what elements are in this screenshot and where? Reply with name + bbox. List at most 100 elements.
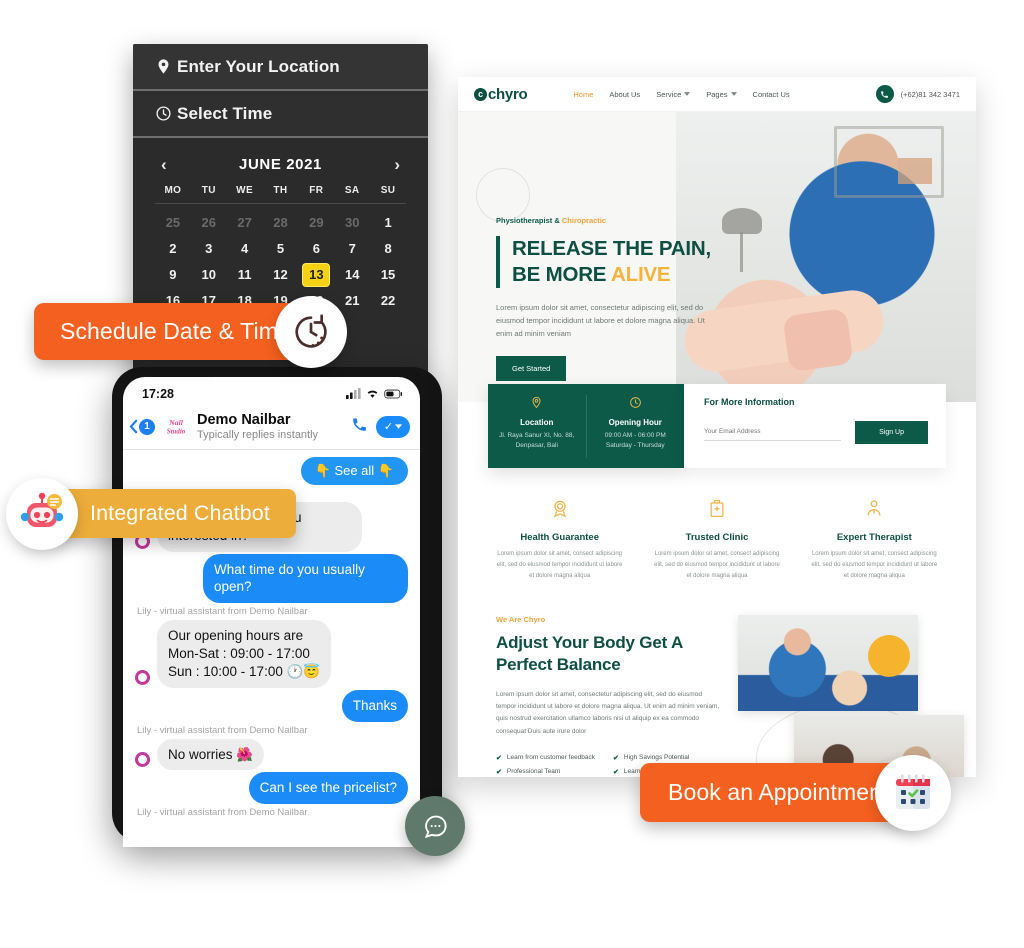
map-pin-icon <box>158 59 169 74</box>
badge-integrated-chatbot[interactable]: Integrated Chatbot <box>6 477 296 550</box>
calendar-check-icon <box>874 754 951 831</box>
calendar-day[interactable]: 26 <box>191 212 227 234</box>
calendar-day[interactable]: 22 <box>370 290 406 312</box>
chat-bubble[interactable]: No worries 🌺 <box>157 738 265 771</box>
calendar-day[interactable]: 2 <box>155 238 191 260</box>
signal-icon <box>346 388 361 399</box>
features-section: Health Guarantee Lorem ipsum dolor sit am… <box>458 468 976 581</box>
nav-link-label: Home <box>573 89 594 99</box>
calendar-day-header: TH <box>273 185 288 196</box>
calendar-day[interactable]: 4 <box>227 238 263 260</box>
therapist-icon <box>809 498 940 522</box>
checklist-item: ✔ Professional Team <box>496 768 605 776</box>
back-button[interactable]: 1 <box>129 418 155 435</box>
enter-location-label: Enter Your Location <box>177 56 340 76</box>
nav-link-service[interactable]: Service <box>656 90 691 99</box>
calendar-day[interactable]: 1 <box>370 212 406 234</box>
feature-title: Trusted Clinic <box>685 532 749 543</box>
chat-contact-name: Demo Nailbar <box>197 412 291 428</box>
battery-icon <box>384 389 403 398</box>
chat-bubble[interactable]: Can I see the pricelist? <box>248 772 408 805</box>
nav-link-pages[interactable]: Pages <box>706 90 737 99</box>
check-icon: ✔ <box>613 768 619 776</box>
site-navbar: c chyro Home About Us Service Pages Contact U… <box>458 77 976 112</box>
hero-title: RELEASE THE PAIN, BE MORE ALIVE <box>512 236 761 288</box>
calendar-day[interactable]: 27 <box>227 212 263 234</box>
about-gallery <box>732 615 976 777</box>
site-logo[interactable]: c chyro <box>474 86 528 103</box>
calendar-day[interactable]: 11 <box>227 264 263 286</box>
chat-bubble[interactable]: Our opening hours are Mon-Sat : 09:00 - 1… <box>157 620 332 688</box>
calendar-day[interactable]: 3 <box>191 238 227 260</box>
select-time-label: Select Time <box>177 103 273 123</box>
enter-location-row[interactable]: Enter Your Location <box>133 44 428 91</box>
calendar-day[interactable]: 10 <box>191 264 227 286</box>
nav-link-contact-us[interactable]: Contact Us <box>753 90 790 99</box>
chat-bubble[interactable]: What time do you usually open? <box>203 553 408 604</box>
calendar-next-button[interactable]: › <box>394 156 400 173</box>
calendar-day[interactable]: 9 <box>155 264 191 286</box>
calendar-day[interactable]: 8 <box>370 238 406 260</box>
hero-title-line2a: BE MORE <box>512 263 612 287</box>
feature-text: Lorem ipsum dolor sit amet, consect adip… <box>654 551 780 579</box>
about-paragraph: Lorem ipsum dolor sit amet, consectetur … <box>496 690 720 735</box>
hours-detail: 09:00 AM - 06:00 PM Saturday - Thursday <box>604 432 666 450</box>
chevron-left-icon <box>129 419 138 434</box>
chat-bubble-icon <box>424 815 447 838</box>
phone-call-icon[interactable] <box>351 416 368 438</box>
signup-button[interactable]: Sign Up <box>855 421 928 444</box>
badge-book-appointment[interactable]: Book an Appointment <box>640 754 951 831</box>
svg-text:Studio: Studio <box>167 428 186 435</box>
hours-title: Opening Hour <box>608 418 662 427</box>
chat-message-row: No worries 🌺 <box>135 738 408 771</box>
floating-chat-button[interactable] <box>405 796 465 856</box>
calendar-day-header: MO <box>164 185 182 196</box>
chat-bubble[interactable]: Thanks <box>341 689 408 722</box>
hero-eyebrow: Physiotherapist & Chiropractic <box>496 216 761 225</box>
chevron-down-icon <box>684 92 691 96</box>
calendar-day[interactable]: 29 <box>298 212 334 234</box>
calendar-day[interactable]: 14 <box>334 264 370 286</box>
feature-text: Lorem ipsum dolor sit amet, consect adip… <box>496 551 623 579</box>
calendar-day[interactable]: 5 <box>263 238 299 260</box>
nav-link-home[interactable]: Home <box>573 90 593 99</box>
message-sender-label: Lily - virtual assistant from Demo Nailb… <box>137 807 308 819</box>
email-input[interactable] <box>704 424 842 441</box>
checklist-label: High Savings Potential <box>623 754 690 762</box>
badge-schedule-date-time[interactable]: Schedule Date & Time <box>34 295 347 368</box>
chat-actions-button[interactable]: ✓ <box>376 415 410 438</box>
see-all-button[interactable]: 👇 See all 👇 <box>300 457 408 485</box>
hero-paragraph: Lorem ipsum dolor sit amet, consectetur … <box>496 303 705 339</box>
calendar-day[interactable]: 7 <box>334 238 370 260</box>
calendar-day[interactable]: 21 <box>334 290 370 312</box>
nav-link-about-us[interactable]: About Us <box>609 90 640 99</box>
calendar-day[interactable]: 30 <box>334 212 370 234</box>
hero-decorative-circle <box>476 168 530 222</box>
select-time-row[interactable]: Select Time <box>133 91 428 138</box>
calendar-day-header: TU <box>201 185 216 196</box>
check-icon: ✔ <box>613 754 619 762</box>
hero-book <box>898 158 932 184</box>
calendar-day[interactable]: 15 <box>370 264 406 286</box>
about-content: We Are Chyro Adjust Your Body Get A Perf… <box>496 615 722 777</box>
info-bar: Location Jl. Raya Sanur XI, No. 88, Denp… <box>458 384 976 468</box>
calendar-day-selected[interactable]: 13 <box>303 264 330 286</box>
chat-contact: Demo Nailbar Typically replies instantly <box>197 412 343 441</box>
calendar-day[interactable]: 6 <box>298 238 334 260</box>
get-started-button[interactable]: Get Started <box>496 356 567 382</box>
calendar-day-header: WE <box>236 185 254 196</box>
hero-title-wrap: RELEASE THE PAIN, BE MORE ALIVE <box>496 236 761 289</box>
hero-section: Physiotherapist & Chiropractic RELEASE T… <box>458 112 976 402</box>
checklist-label: Learn from customer feedback <box>506 754 596 762</box>
calendar-day[interactable]: 12 <box>263 264 299 286</box>
calendar-prev-button[interactable]: ‹ <box>161 156 167 173</box>
map-pin-icon <box>496 395 578 412</box>
calendar-day[interactable]: 28 <box>263 212 299 234</box>
nav-phone-icon[interactable] <box>875 85 894 103</box>
calendar-day[interactable]: 25 <box>155 212 191 234</box>
feature-title: Expert Therapist <box>836 532 912 543</box>
check-icon: ✔ <box>496 754 502 762</box>
calendar-day-header: SA <box>344 185 360 196</box>
newsletter-form: For More Information Sign Up <box>684 384 946 468</box>
feature-title: Health Guarantee <box>520 532 599 543</box>
